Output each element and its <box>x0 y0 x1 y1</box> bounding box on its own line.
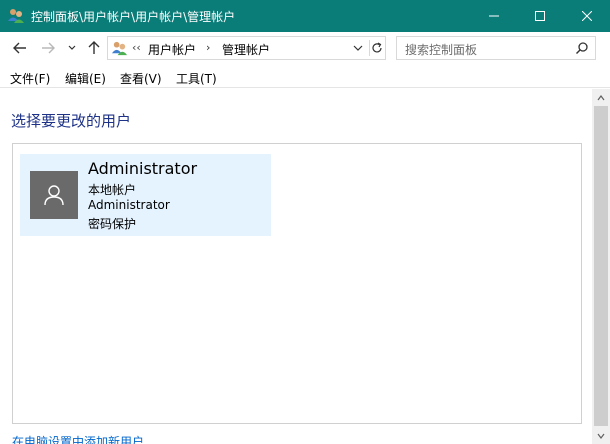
chevron-up-icon <box>597 94 605 100</box>
back-arrow-icon <box>13 42 26 54</box>
maximize-button[interactable] <box>517 0 563 32</box>
menu-edit[interactable]: 编辑(E) <box>65 70 106 87</box>
search-box[interactable]: 搜索控制面板 <box>396 36 596 60</box>
menu-bar: 文件(F) 编辑(E) 查看(V) 工具(T) <box>0 66 610 88</box>
avatar <box>30 171 78 219</box>
recent-locations-button[interactable] <box>66 38 78 58</box>
add-user-link[interactable]: 在电脑设置中添加新用户 <box>12 433 144 444</box>
account-tile-administrator[interactable]: Administrator 本地帐户 Administrator 密码保护 <box>20 154 271 236</box>
page-title: 选择要更改的用户 <box>11 112 132 130</box>
forward-button[interactable] <box>38 38 58 58</box>
users-control-panel-icon <box>7 7 25 25</box>
account-type: 本地帐户 <box>88 183 137 197</box>
vertical-scrollbar[interactable] <box>592 89 610 444</box>
user-silhouette-icon <box>44 185 64 206</box>
address-dropdown-button[interactable] <box>351 41 365 55</box>
chevron-down-icon <box>597 433 605 439</box>
users-control-panel-icon <box>111 40 128 57</box>
breadcrumb-overflow[interactable]: ‹‹ <box>132 41 141 54</box>
chevron-down-icon <box>68 45 76 50</box>
account-list-panel: Administrator 本地帐户 Administrator 密码保护 <box>12 143 582 424</box>
breadcrumb-manage-accounts[interactable]: 管理帐户 <box>222 41 270 58</box>
close-icon <box>582 11 592 21</box>
search-input[interactable]: 搜索控制面板 <box>405 41 477 58</box>
account-name: Administrator <box>88 159 198 178</box>
breadcrumb-user-accounts[interactable]: 用户帐户 <box>148 41 196 58</box>
minimize-button[interactable] <box>471 0 517 32</box>
chevron-down-icon <box>353 45 363 51</box>
maximize-icon <box>535 11 545 21</box>
menu-file[interactable]: 文件(F) <box>10 70 50 87</box>
menu-tools[interactable]: 工具(T) <box>176 70 217 87</box>
title-bar: 控制面板\用户帐户\用户帐户\管理帐户 <box>0 0 610 32</box>
menu-view[interactable]: 查看(V) <box>120 70 162 87</box>
minimize-icon <box>489 15 499 17</box>
forward-arrow-icon <box>42 42 55 54</box>
back-button[interactable] <box>10 38 30 58</box>
scroll-down-button[interactable] <box>592 427 610 444</box>
refresh-icon <box>371 42 382 53</box>
breadcrumb-separator-icon[interactable]: › <box>206 41 210 54</box>
address-bar[interactable]: ‹‹ 用户帐户 › 管理帐户 <box>107 36 386 60</box>
window-title: 控制面板\用户帐户\用户帐户\管理帐户 <box>31 10 236 24</box>
account-status: 密码保护 <box>88 217 137 231</box>
up-button[interactable] <box>85 38 103 58</box>
scroll-up-button[interactable] <box>592 89 610 106</box>
refresh-button[interactable] <box>369 40 383 56</box>
close-button[interactable] <box>564 0 610 32</box>
content-area: 选择要更改的用户 Administrator 本地帐户 Administrato… <box>0 89 592 444</box>
up-arrow-icon <box>88 41 100 54</box>
search-icon[interactable] <box>575 41 589 55</box>
scrollbar-thumb[interactable] <box>594 106 608 426</box>
account-group: Administrator <box>88 198 170 212</box>
